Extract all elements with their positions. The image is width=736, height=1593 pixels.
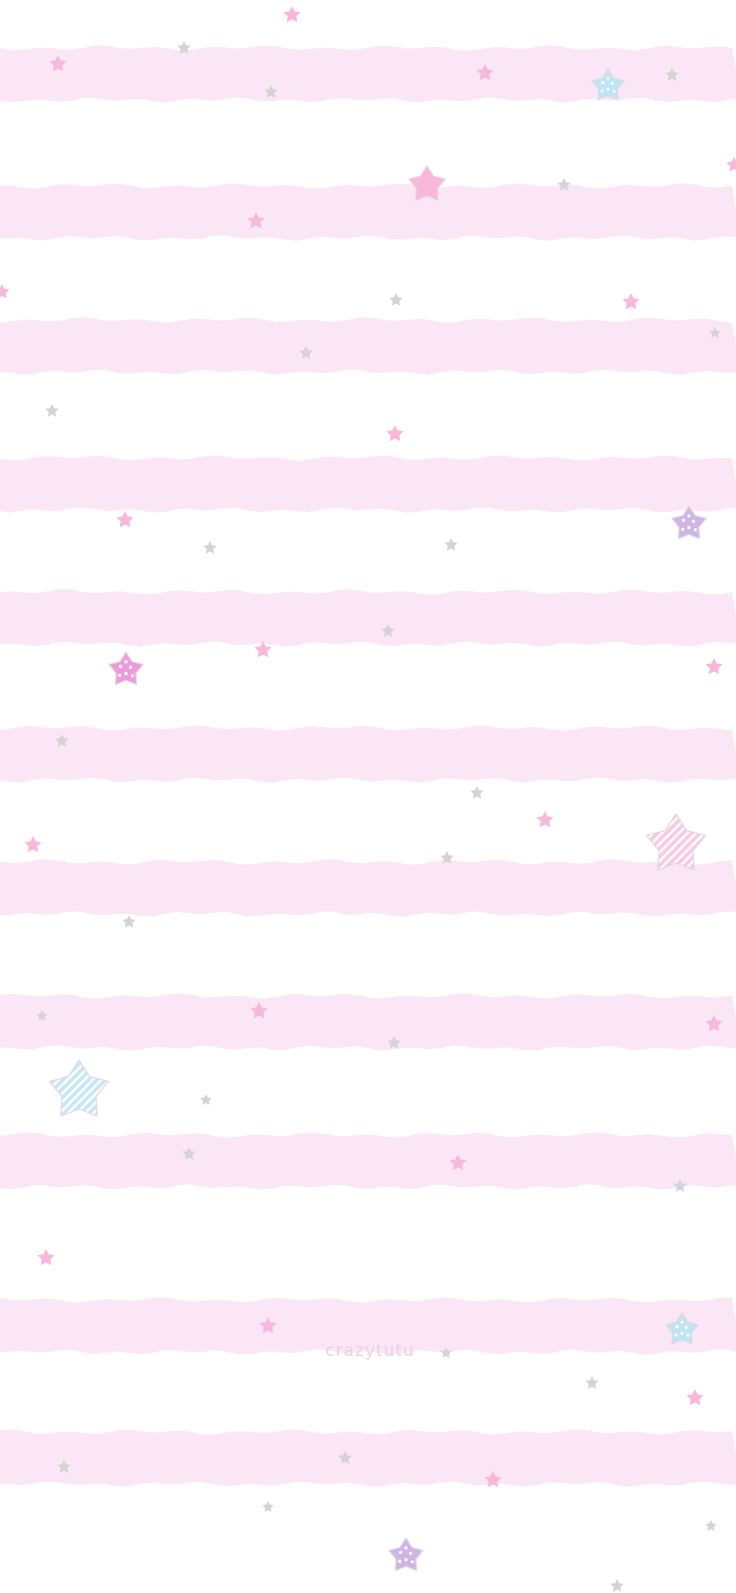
gray-star-icon xyxy=(203,541,217,554)
gray-star-icon xyxy=(389,293,403,306)
gray-star-icon xyxy=(705,1520,717,1531)
gray-star-icon xyxy=(444,538,458,551)
gray-star-icon xyxy=(470,786,484,799)
stripe xyxy=(0,1132,736,1190)
stripe xyxy=(0,455,736,513)
magenta-dotted-star-icon xyxy=(108,651,144,686)
stripe xyxy=(0,317,736,375)
wallpaper: crazytutu xyxy=(0,0,736,1593)
blue-striped-star-icon xyxy=(48,1059,110,1117)
pink-stripes xyxy=(0,45,736,1487)
stripe xyxy=(0,725,736,783)
gray-star-icon xyxy=(122,915,136,928)
pink-star-icon xyxy=(0,284,10,299)
gray-star-icon xyxy=(200,1094,212,1105)
stripe xyxy=(0,1429,736,1487)
stripe xyxy=(0,859,736,917)
pink-star-icon xyxy=(386,425,404,442)
pink-star-icon xyxy=(24,836,42,853)
stripe xyxy=(0,993,736,1051)
stripe xyxy=(0,45,736,103)
pink-star-icon xyxy=(37,1249,55,1266)
pink-striped-star-icon xyxy=(645,813,707,871)
gray-star-icon xyxy=(610,1579,624,1592)
stripe xyxy=(0,183,736,241)
pink-star-icon xyxy=(283,6,301,23)
pink-star-icon xyxy=(686,1389,704,1406)
watermark-text: crazytutu xyxy=(325,1341,415,1361)
pink-star-icon xyxy=(116,511,134,528)
gray-star-icon xyxy=(262,1501,274,1512)
purple-dotted-star-icon xyxy=(388,1537,424,1572)
stripe xyxy=(0,589,736,647)
pink-star-icon xyxy=(726,157,736,172)
gray-star-icon xyxy=(45,404,59,417)
pink-star-icon xyxy=(705,658,723,675)
pink-star-icon xyxy=(622,293,640,310)
pink-star-icon xyxy=(536,811,554,828)
gray-star-icon xyxy=(585,1376,599,1389)
